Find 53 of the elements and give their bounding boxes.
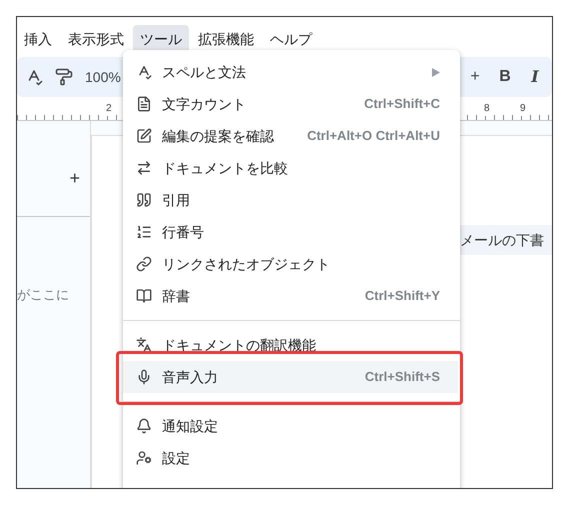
shortcut-text: Ctrl+Alt+O Ctrl+Alt+U	[307, 127, 440, 146]
shortcut-text: Ctrl+Shift+S	[364, 368, 440, 386]
ruler-number: 2	[105, 101, 113, 116]
submenu-arrow-icon	[432, 68, 440, 76]
ruler-number: 9	[519, 101, 527, 116]
translate-icon	[136, 337, 152, 353]
menu-item[interactable]: ドキュメントを比較	[123, 152, 458, 184]
menu-item-label: リンクされたオブジェクト	[162, 254, 331, 274]
menu-item[interactable]: 設定	[123, 442, 458, 474]
menu-item[interactable]: 行番号	[123, 216, 458, 248]
menu-bar-item[interactable]: 挿入	[17, 25, 59, 53]
toolbar-button[interactable]: I	[526, 65, 544, 89]
document-icon	[136, 96, 152, 112]
toolbar-button[interactable]: B	[496, 65, 514, 89]
menu-bar-item[interactable]: ヘルプ	[263, 25, 319, 53]
menu-item-label: 編集の提案を確認	[162, 126, 275, 146]
menu-item-label: ドキュメントを比較	[162, 158, 289, 178]
shortcut-text: Ctrl+Shift+C	[364, 95, 440, 114]
bell-icon	[136, 418, 152, 434]
book-icon	[136, 288, 152, 304]
link-icon	[136, 256, 152, 272]
paint-roller-icon[interactable]	[55, 68, 73, 86]
menu-item-label: 行番号	[162, 222, 205, 242]
menu-item[interactable]: 通知設定	[123, 410, 458, 442]
menu-item-label: スペルと文法	[162, 62, 247, 82]
menu-item[interactable]: 文字カウント Ctrl+Shift+C	[123, 88, 458, 120]
menu-item-label: 文字カウント	[162, 94, 247, 114]
menu-item[interactable]: 編集の提案を確認 Ctrl+Alt+O Ctrl+Alt+U	[123, 120, 458, 152]
edit-square-icon	[136, 128, 152, 144]
quote-icon	[136, 192, 152, 208]
zoom-select[interactable]: 100%	[85, 66, 121, 88]
menu-item[interactable]: リンクされたオブジェクト	[123, 248, 458, 280]
outline-hint: がここに	[17, 286, 70, 304]
add-button[interactable]: +	[69, 165, 80, 192]
toolbar-button[interactable]: +	[466, 65, 484, 89]
menu-item-label: 引用	[162, 190, 191, 210]
menu-item-label: 設定	[162, 448, 191, 468]
microphone-icon	[136, 369, 152, 385]
menu-item[interactable]: 辞書 Ctrl+Shift+Y	[123, 280, 458, 312]
suggestion-chip[interactable]: メールの下書	[460, 225, 552, 255]
menu-item-label: 辞書	[162, 286, 191, 306]
shortcut-text: Ctrl+Shift+Y	[364, 287, 440, 306]
arrows-icon	[136, 160, 152, 176]
menu-item[interactable]: 音声入力 Ctrl+Shift+S	[123, 361, 458, 393]
menu-item-label: 音声入力	[162, 368, 219, 386]
menu-item-label: 通知設定	[162, 416, 219, 436]
ruler-number: 8	[483, 101, 491, 116]
menu-bar-item[interactable]: 拡張機能	[191, 25, 261, 53]
menu-bar-item[interactable]: 表示形式	[61, 25, 131, 53]
menu-item[interactable]: スペルと文法	[123, 56, 458, 88]
menu-item[interactable]: 引用	[123, 184, 458, 216]
user-gear-icon	[136, 450, 152, 466]
numbered-list-icon	[136, 224, 152, 240]
